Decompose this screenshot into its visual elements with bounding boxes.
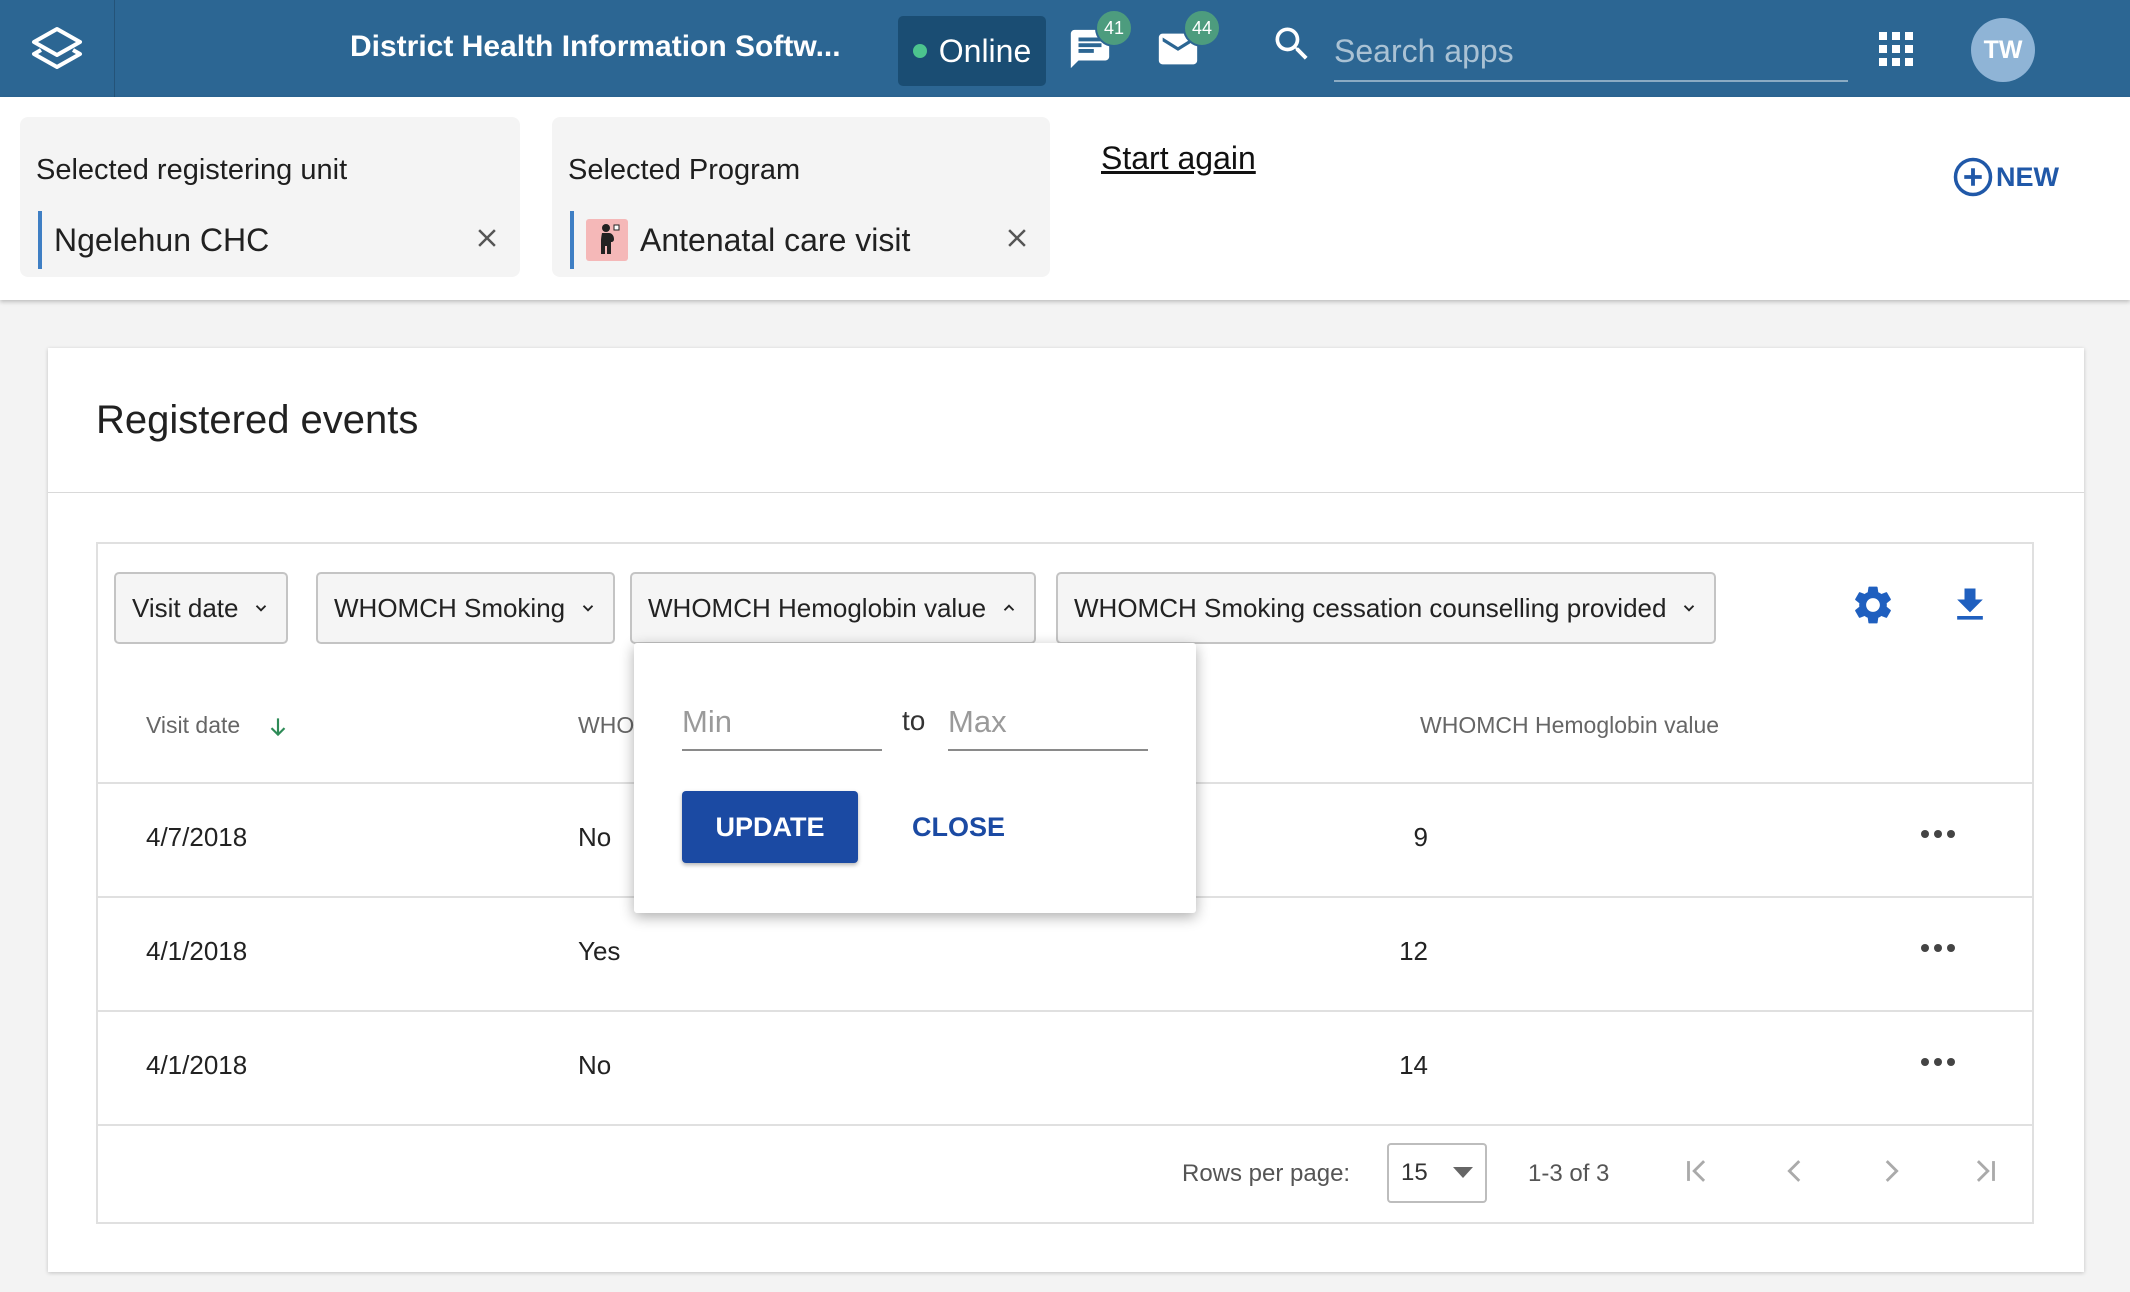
registering-unit-value-wrap: Ngelehun CHC <box>38 211 269 269</box>
search-icon <box>1270 22 1314 66</box>
cell-smoking: No <box>578 822 612 852</box>
download-icon[interactable] <box>1948 582 1992 633</box>
registering-unit-label: Selected registering unit <box>36 154 348 186</box>
row-divider <box>98 1124 2032 1126</box>
chevron-up-icon <box>1000 599 1018 617</box>
online-dot-icon <box>912 44 927 58</box>
cell-smoking: No <box>578 1050 612 1080</box>
pagination-range: 1-3 of 3 <box>1528 1160 1610 1187</box>
dhis2-logo-icon[interactable] <box>0 0 115 97</box>
page-title: Registered events <box>96 398 419 442</box>
column-header-visit-date[interactable]: Visit date <box>146 712 291 740</box>
update-button[interactable]: UPDATE <box>682 791 858 863</box>
row-divider <box>98 1010 2032 1012</box>
chevron-down-icon <box>1680 599 1698 617</box>
filter-label: WHOMCH Smoking <box>334 592 566 623</box>
settings-gear-icon[interactable] <box>1850 582 1896 633</box>
program-card: Selected Program Antenatal care visit <box>552 117 1050 277</box>
new-event-button[interactable]: NEW <box>1952 156 2059 198</box>
dropdown-arrow-icon <box>1453 1167 1473 1178</box>
column-header-hemoglobin[interactable]: WHOMCH Hemoglobin value <box>1420 712 1719 739</box>
start-again-link[interactable]: Start again <box>1101 140 1256 177</box>
filter-hemoglobin[interactable]: WHOMCH Hemoglobin value <box>630 572 1037 644</box>
search-apps-input[interactable] <box>1334 22 1848 82</box>
first-page-icon[interactable] <box>1680 1153 1714 1194</box>
cell-hemoglobin: 14 <box>1399 1050 1428 1080</box>
online-status: Online <box>898 16 1046 86</box>
selection-bar: Selected registering unit Ngelehun CHC S… <box>0 97 2130 300</box>
user-avatar[interactable]: TW <box>1971 18 2035 82</box>
title-divider <box>48 492 2084 493</box>
last-page-icon[interactable] <box>1968 1153 2002 1194</box>
filter-label: WHOMCH Hemoglobin value <box>648 592 987 623</box>
close-icon <box>478 229 496 247</box>
previous-page-icon[interactable] <box>1778 1153 1812 1194</box>
filter-label: WHOMCH Smoking cessation counselling pro… <box>1074 592 1667 623</box>
chevron-down-icon <box>252 599 270 617</box>
program-value-wrap: Antenatal care visit <box>570 211 910 269</box>
clear-unit-button[interactable] <box>472 223 502 258</box>
cell-visit-date: 4/1/2018 <box>146 1050 248 1080</box>
hemoglobin-filter-popover: to UPDATE CLOSE <box>634 643 1196 913</box>
chevron-down-icon <box>579 599 597 617</box>
cell-visit-date: 4/7/2018 <box>146 822 248 852</box>
registering-unit-card: Selected registering unit Ngelehun CHC <box>20 117 520 277</box>
messages-badge: 41 <box>1095 9 1133 47</box>
filter-smoking-cessation[interactable]: WHOMCH Smoking cessation counselling pro… <box>1056 572 1717 644</box>
arrow-down-icon <box>270 718 285 737</box>
max-input[interactable] <box>948 695 1148 751</box>
apps-grid-icon[interactable] <box>1876 0 1916 97</box>
filter-visit-date[interactable]: Visit date <box>114 572 289 644</box>
row-more-icon[interactable] <box>1920 941 1956 959</box>
cell-hemoglobin: 12 <box>1399 936 1428 966</box>
min-input[interactable] <box>682 695 882 751</box>
rows-per-page-select[interactable]: 15 <box>1387 1143 1487 1203</box>
pregnant-woman-icon <box>586 219 628 261</box>
header-bar: District Health Information Softw... Onl… <box>0 0 2130 97</box>
rows-per-page-value: 15 <box>1401 1159 1428 1186</box>
row-more-icon[interactable] <box>1920 1055 1956 1073</box>
row-more-icon[interactable] <box>1920 827 1956 845</box>
close-icon <box>1008 229 1026 247</box>
next-page-icon[interactable] <box>1874 1153 1908 1194</box>
program-label: Selected Program <box>568 154 801 186</box>
rows-per-page-label: Rows per page: <box>1182 1160 1351 1187</box>
app-title: District Health Information Softw... <box>350 30 841 63</box>
column-header-smoking[interactable]: WHO <box>578 712 634 739</box>
close-button[interactable]: CLOSE <box>912 791 1005 863</box>
range-to-label: to <box>902 705 926 736</box>
column-header-label: Visit date <box>146 712 241 738</box>
online-label: Online <box>938 32 1032 69</box>
cell-smoking: Yes <box>578 936 621 966</box>
registering-unit-value: Ngelehun CHC <box>54 221 270 258</box>
new-event-label: NEW <box>1996 161 2059 192</box>
filter-smoking[interactable]: WHOMCH Smoking <box>316 572 616 644</box>
interpretations-badge: 44 <box>1183 9 1221 47</box>
cell-hemoglobin: 9 <box>1413 822 1428 852</box>
add-circle-icon <box>1953 157 1993 197</box>
clear-program-button[interactable] <box>1002 223 1032 258</box>
cell-visit-date: 4/1/2018 <box>146 936 248 966</box>
program-value: Antenatal care visit <box>640 221 911 258</box>
filter-label: Visit date <box>132 592 239 623</box>
